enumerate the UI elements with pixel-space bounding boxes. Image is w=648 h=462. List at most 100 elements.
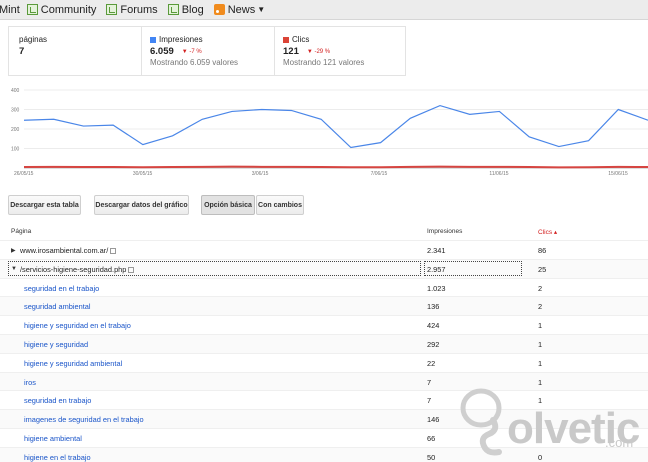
summary-tiles: páginas 7 Impresiones 6.059 ▼ -7 % Mostra… — [8, 26, 406, 76]
cell-clicks: 2 — [538, 302, 543, 312]
table-row[interactable]: seguridad ambiental 136 2 — [0, 296, 648, 316]
page-text: higiene ambiental — [24, 433, 82, 443]
cell-page: /servicios-higiene-seguridad.php — [20, 265, 135, 274]
y-tick-label: 300 — [11, 108, 20, 114]
cell-page: www.irosambiental.com.ar/ — [20, 246, 117, 255]
tile-value: 6.059 — [150, 46, 174, 57]
bookmark-mint[interactable]: Mint — [0, 4, 20, 16]
chevron-down-icon: ▼ — [257, 5, 266, 14]
cell-page[interactable]: higiene ambiental — [24, 434, 82, 443]
cell-impressions: 136 — [427, 302, 440, 312]
tile-impresiones[interactable]: Impresiones 6.059 ▼ -7 % Mostrando 6.059 … — [142, 27, 275, 75]
page-text: higiene y seguridad — [24, 339, 89, 349]
y-tick-label: 100 — [11, 147, 20, 153]
bookmark-label: Mint — [0, 3, 20, 16]
page-text: higiene en el trabajo — [24, 452, 91, 462]
bookmark-label: Blog — [181, 3, 204, 16]
y-tick-label: 400 — [11, 88, 20, 94]
bookmark-news[interactable]: News ▼ — [213, 3, 266, 16]
cell-impressions: 7 — [427, 377, 432, 387]
page-text: seguridad ambiental — [24, 302, 91, 312]
x-tick-label: 11/06/15 — [489, 171, 508, 177]
basic-option-button[interactable]: Opción básica — [201, 195, 255, 215]
cell-page[interactable]: iros — [24, 378, 36, 387]
series-line-clics — [23, 165, 648, 169]
cell-impressions: 2.957 — [427, 264, 446, 274]
y-tick-label: 200 — [11, 127, 20, 133]
page-text: seguridad en el trabajo — [24, 283, 100, 293]
rss-icon — [213, 4, 225, 15]
page-text: higiene y seguridad ambiental — [24, 358, 123, 368]
x-tick-label: 3/06/15 — [252, 171, 269, 177]
cell-page[interactable]: imagenes de seguridad en el trabajo — [24, 415, 144, 424]
bookmark-community[interactable]: Community — [26, 4, 96, 16]
page-text: www.irosambiental.com.ar/ — [20, 246, 109, 255]
cell-clicks: 25 — [538, 264, 547, 274]
cell-impressions: 146 — [427, 415, 440, 425]
cell-clicks: 1 — [538, 339, 543, 349]
tile-clics[interactable]: Clics 121 ▼ -29 % Mostrando 121 valores — [275, 27, 405, 75]
table-row[interactable]: higiene y seguridad ambiental 22 1 — [0, 352, 648, 372]
watermark-suffix: .com — [605, 435, 634, 450]
cell-page[interactable]: seguridad en el trabajo — [24, 284, 99, 293]
table-header: Página Impresiones Clics ▴ — [0, 222, 648, 240]
cell-page[interactable]: higiene y seguridad ambiental — [24, 359, 122, 368]
cell-page[interactable]: seguridad ambiental — [24, 302, 91, 311]
tile-paginas[interactable]: páginas 7 — [9, 27, 142, 75]
bookmark-label: Forums — [120, 3, 158, 16]
page-text: iros — [24, 377, 36, 387]
column-header-page[interactable]: Página — [11, 228, 31, 235]
bookmark-forums[interactable]: Forums — [106, 3, 158, 16]
table-row[interactable]: higiene y seguridad en el trabajo 424 1 — [0, 315, 648, 334]
download-chart-button[interactable]: Descargar datos del gráfico — [94, 195, 189, 215]
bookmark-icon — [106, 4, 118, 15]
chart-svg: 400 300 200 100 26/05/15 30/05/15 3/06/15 7/06/… — [11, 88, 648, 177]
tile-change: -7 % — [189, 48, 202, 55]
cell-impressions: 292 — [427, 339, 440, 349]
cell-impressions: 1.023 — [427, 283, 446, 293]
bookmarks-bar: Mint Community Forums Blog News ▼ — [0, 0, 648, 20]
external-link-icon[interactable] — [128, 266, 135, 273]
collapsed-triangle-icon[interactable]: ▶ — [11, 247, 16, 254]
table-row[interactable]: seguridad en el trabajo 1.023 2 — [0, 277, 648, 297]
x-tick-label: 26/05/15 — [14, 171, 34, 177]
with-changes-button[interactable]: Con cambios — [256, 195, 304, 215]
cell-clicks: 1 — [538, 358, 543, 368]
bookmark-icon — [167, 4, 179, 15]
tile-subtext: Mostrando 6.059 valores — [150, 58, 239, 67]
performance-chart: 400 300 200 100 26/05/15 30/05/15 3/06/15 7/06/… — [0, 84, 648, 180]
table-row[interactable]: ▶ www.irosambiental.com.ar/2.341 86 — [0, 240, 648, 259]
down-arrow-icon: ▼ — [306, 48, 315, 55]
cell-page[interactable]: seguridad en trabajo — [24, 396, 91, 405]
page-text: seguridad en trabajo — [24, 396, 92, 406]
column-header-impressions[interactable]: Impresiones — [427, 228, 462, 235]
tile-label: Impresiones — [159, 35, 203, 44]
cell-page[interactable]: higiene y seguridad en el trabajo — [24, 321, 131, 330]
series-line-impresiones — [23, 104, 648, 149]
clics-swatch — [283, 36, 289, 43]
external-link-icon[interactable] — [110, 248, 117, 255]
page-text: higiene y seguridad en el trabajo — [24, 321, 131, 331]
column-header-clicks[interactable]: Clics ▴ — [538, 228, 557, 236]
tile-label: Clics — [292, 35, 310, 44]
cell-impressions: 2.341 — [427, 246, 446, 255]
cell-impressions: 66 — [427, 433, 436, 443]
cell-clicks: 86 — [538, 246, 547, 255]
cell-impressions: 50 — [427, 452, 436, 462]
tile-change: -29 % — [314, 48, 331, 55]
cell-impressions: 22 — [427, 358, 436, 368]
bookmark-label: News — [227, 3, 256, 16]
cell-clicks: 2 — [538, 283, 543, 293]
bookmark-blog[interactable]: Blog — [167, 3, 204, 16]
cell-page[interactable]: higiene en el trabajo — [24, 453, 91, 462]
page-text: imagenes de seguridad en el trabajo — [24, 415, 144, 425]
cell-page[interactable]: higiene y seguridad — [24, 340, 88, 349]
x-tick-label: 15/06/15 — [608, 171, 628, 177]
tile-subtext: Mostrando 121 valores — [283, 58, 365, 67]
cell-clicks: 1 — [538, 321, 543, 331]
table-row[interactable]: higiene y seguridad 292 1 — [0, 333, 648, 353]
download-table-button[interactable]: Descargar esta tabla — [8, 195, 81, 215]
tile-value: 121 — [283, 46, 299, 57]
table-row[interactable]: ▼/servicios-higiene-seguridad.php 2.957 25 — [0, 258, 648, 278]
down-arrow-icon: ▼ — [181, 48, 190, 55]
